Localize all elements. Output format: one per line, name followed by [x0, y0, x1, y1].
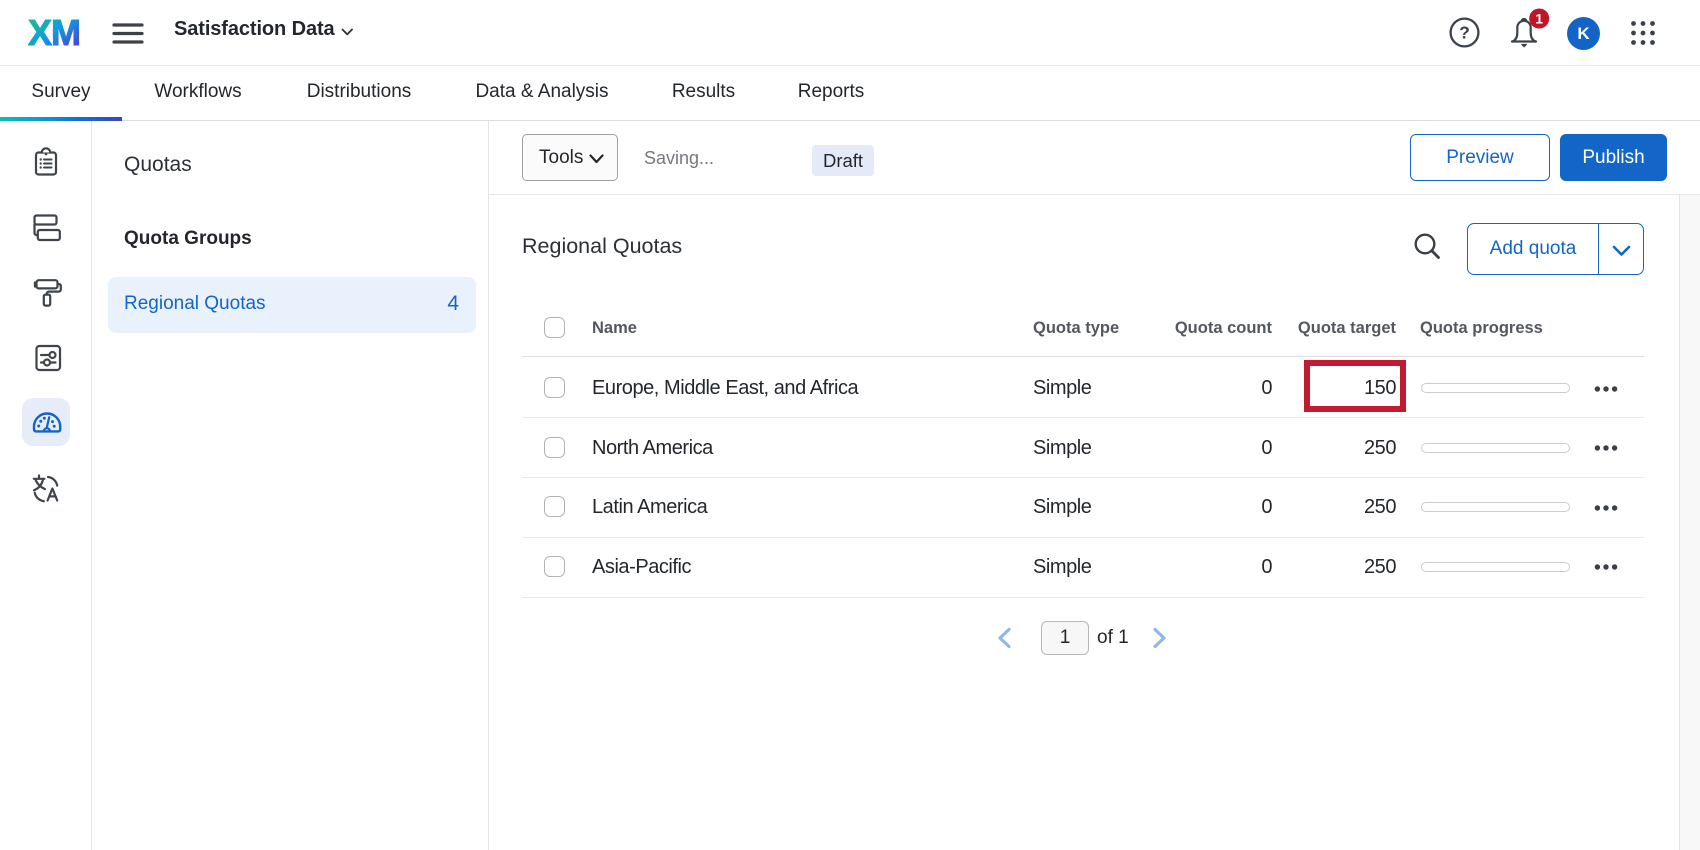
svg-text:XM: XM: [28, 14, 80, 52]
svg-text:?: ?: [1459, 22, 1470, 42]
svg-text:1: 1: [1535, 11, 1543, 27]
